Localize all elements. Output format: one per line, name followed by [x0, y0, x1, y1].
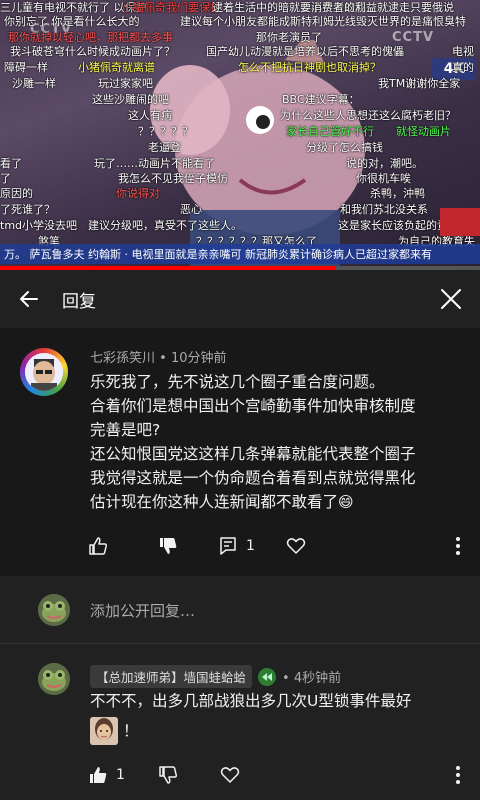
- comment-line: 我觉得这就是一个伪命题合着看到点就觉得黑化: [90, 469, 416, 487]
- danmaku-comment: tmd小学没去吧: [0, 219, 78, 232]
- face-sticker-icon: [90, 717, 118, 745]
- danmaku-comment: 分级了怎么搞钱: [306, 141, 383, 154]
- danmaku-comment: 玩过家家吧: [98, 77, 153, 90]
- news-badge: [440, 208, 480, 236]
- comment-author[interactable]: 七彩孫笑川: [90, 351, 155, 366]
- danmaku-comment: 和我们苏北没关系: [340, 203, 428, 216]
- danmaku-comment: 你别忘了 你是看什么长大的: [4, 15, 140, 28]
- danmaku-comment: 建议分级吧，真受不了这些人。: [88, 219, 242, 232]
- danmaku-comment: 玩了……动画片不能看了: [94, 157, 215, 170]
- channel-logo-right: CCTV: [392, 30, 435, 45]
- danmaku-comment: 那你老演员了: [256, 31, 322, 44]
- comment-line: 估计现在你这种人连新闻都不敢看了😄: [90, 490, 466, 514]
- danmaku-comment: 真的: [452, 61, 474, 74]
- danmaku-comment: 杀鸭，沖鸭: [370, 187, 425, 200]
- arrow-left-icon: [20, 291, 38, 307]
- dislike-button[interactable]: [156, 534, 180, 558]
- danmaku-comment: 我怎么不见我侄子模仿: [118, 172, 228, 185]
- like-count: 1: [116, 767, 125, 783]
- heart-icon: [286, 538, 306, 554]
- danmaku-comment: 原因的: [0, 187, 33, 200]
- comment-line: 完善是吧?: [90, 421, 161, 439]
- more-vertical-icon: [456, 766, 460, 784]
- avatar-photo: [25, 353, 63, 391]
- thumb-down-icon: [159, 766, 178, 784]
- danmaku-comment: 老逼登: [148, 141, 181, 154]
- reply-time: • 4秒钟前: [282, 671, 342, 686]
- close-icon: [441, 289, 461, 309]
- danmaku-comment: 家长自己管好不行: [286, 125, 374, 138]
- reply-count: 1: [246, 538, 255, 554]
- comment-body: 乐死我了，先不说这几个圈子重合度问题。 合着你们是想中国出个宫崎勤事件加快审核制…: [90, 370, 466, 514]
- danmaku-comment: 这人有病: [128, 109, 172, 122]
- danmaku-comment: 建议每个小朋友都能成斯特利姆光线毁灭世界的是痛恨臭特: [180, 15, 466, 28]
- comment-time: • 10分钟前: [159, 351, 227, 366]
- comment-line: 合着你们是想中国出个宫崎勤事件加快审核制度: [90, 397, 416, 415]
- my-avatar: [38, 594, 70, 626]
- news-ticker: 万。 萨瓦鲁多夫 约翰斯 · 电视里面就是亲亲嘴可 新冠肺炎累计确诊病人已超过家…: [0, 244, 480, 264]
- reply-meta: 【总加速师弟】墙国蛙蛤蛤 • 4秒钟前: [90, 665, 341, 688]
- reply-trailing: ！: [123, 722, 139, 740]
- page-title: 回复: [62, 291, 96, 312]
- comment-line: 乐死我了，先不说这几个圈子重合度问题。: [90, 373, 385, 391]
- danmaku-comment: 怎么不把抗日神剧也取消掉？: [238, 61, 381, 74]
- danmaku-comment: 这些沙雕闹的吧: [92, 93, 169, 106]
- danmaku-comment: 沙雕一样: [12, 77, 56, 90]
- more-options-button[interactable]: [448, 534, 468, 558]
- comment-meta: 七彩孫笑川 • 10分钟前: [90, 347, 227, 366]
- reply-author[interactable]: 【总加速师弟】墙国蛙蛤蛤: [90, 665, 253, 688]
- like-button[interactable]: [86, 534, 110, 558]
- parent-comment: 七彩孫笑川 • 10分钟前 乐死我了，先不说这几个圈子重合度问题。 合着你们是想…: [0, 328, 480, 576]
- avatar[interactable]: [20, 348, 68, 396]
- danmaku-comment: 我斗破苍穹什么时候成动画片了？: [10, 45, 175, 58]
- sponsor-badge-icon: [258, 667, 277, 686]
- back-button[interactable]: [0, 270, 58, 328]
- danmaku-comment: 说的对，潮吧。: [346, 157, 423, 170]
- reply-comment: 【总加速师弟】墙国蛙蛤蛤 • 4秒钟前 不不不，出多几部战狼出多几次U型锁事件最…: [0, 645, 480, 800]
- danmaku-comment: 小猪佩奇就离谱: [78, 61, 155, 74]
- add-reply-input[interactable]: 添加公开回复…: [90, 600, 195, 621]
- like-button[interactable]: 1: [88, 763, 125, 787]
- thumb-down-filled-icon: [160, 538, 177, 554]
- danmaku-comment: 障碍一样: [4, 61, 48, 74]
- danmaku-comment: 你很机车唉: [356, 172, 411, 185]
- danmaku-comment: 那你就掉以轻心吧，那把都去多事: [8, 31, 173, 44]
- comment-line-text: 估计现在你这种人连新闻都不敢看了: [90, 493, 339, 511]
- danmaku-comment: ？？？？？: [138, 125, 193, 138]
- favorite-button[interactable]: [284, 534, 308, 558]
- smile-emoji: 😄: [338, 493, 354, 511]
- app-root: CCTV CCTV 4K 三儿童有电视不就行了 以保护 小猪佩奇我们要保护 逮着生活…: [0, 0, 480, 800]
- thumb-up-filled-icon: [90, 767, 107, 783]
- video-player[interactable]: CCTV CCTV 4K 三儿童有电视不就行了 以保护 小猪佩奇我们要保护 逮着生活…: [0, 0, 480, 270]
- danmaku-comment: 国产幼儿动漫就是培养以后不思考的傀儡: [206, 45, 404, 58]
- danmaku-comment: 了: [0, 172, 11, 185]
- danmaku-comment: 要消费者的利益就逮走只要俄说: [300, 1, 454, 14]
- reply-body: 不不不，出多几部战狼出多几次U型锁事件最好: [90, 692, 412, 710]
- danmaku-comment: 就怪动画片: [396, 125, 451, 138]
- more-vertical-icon: [456, 537, 460, 555]
- avatar[interactable]: [38, 663, 70, 695]
- add-reply-bar[interactable]: 添加公开回复…: [0, 576, 480, 644]
- more-options-button[interactable]: [448, 763, 468, 787]
- danmaku-comment: 小猪佩奇我们要保护: [122, 1, 221, 14]
- danmaku-comment: 为什么这些人思想还这么腐朽老旧？: [280, 109, 456, 122]
- danmaku-comment: 恶心: [180, 203, 202, 216]
- heart-icon: [220, 767, 240, 783]
- danmaku-comment: 看了: [0, 157, 22, 170]
- close-button[interactable]: [422, 270, 480, 328]
- thumb-up-icon: [89, 537, 108, 555]
- danmaku-comment: BBC建议字幕：: [282, 93, 360, 106]
- replies-header: 回复: [0, 270, 480, 328]
- favorite-button[interactable]: [218, 763, 242, 787]
- danmaku-comment: 电视: [452, 45, 474, 58]
- danmaku-comment: 你说得对: [116, 187, 160, 200]
- dislike-button[interactable]: [156, 763, 180, 787]
- comment-icon: [220, 537, 236, 555]
- danmaku-comment: 我TM谢谢你全家: [378, 77, 461, 90]
- danmaku-comment: 了死谁了？: [0, 203, 55, 216]
- reply-count-button[interactable]: 1: [218, 534, 255, 558]
- comment-line: 还公知恨国党这这样几条弹幕就能代表整个圈子: [90, 445, 416, 463]
